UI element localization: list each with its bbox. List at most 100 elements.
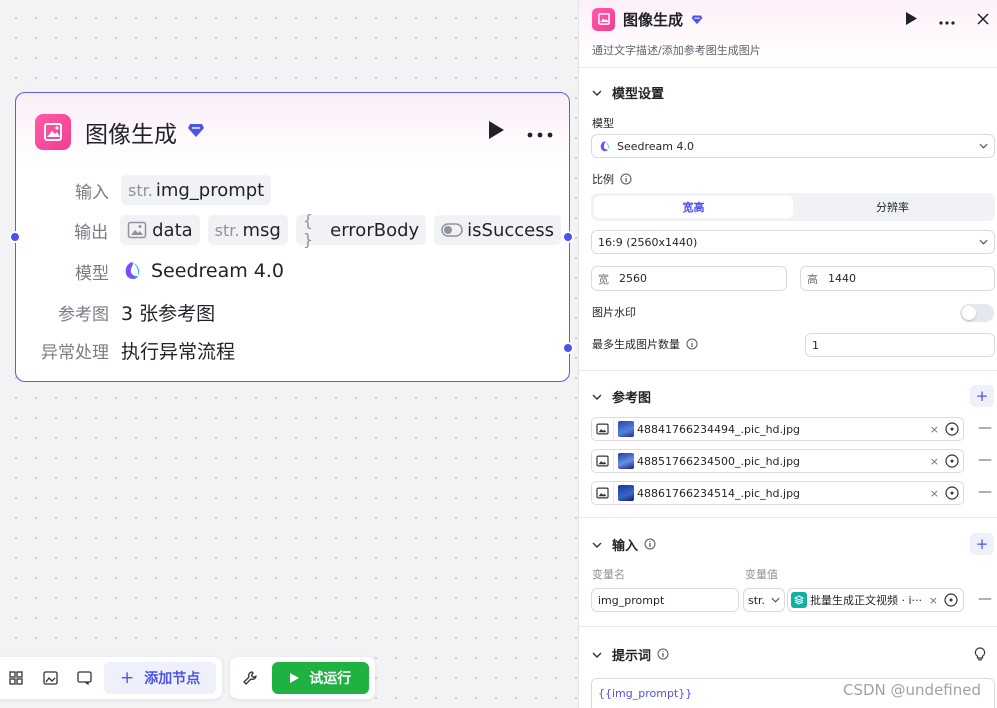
output-pill-data: data <box>120 215 200 245</box>
model-value: Seedream 4.0 <box>121 260 284 282</box>
premium-gem-icon <box>691 14 703 25</box>
image-type-icon <box>592 482 614 504</box>
ratio-label-wrap: 比例 <box>579 171 632 187</box>
remove-input-button[interactable]: — <box>978 591 992 607</box>
chevron-down-icon <box>592 537 602 552</box>
info-icon[interactable] <box>620 173 632 185</box>
premium-gem-icon <box>187 122 205 142</box>
add-input-button[interactable]: + <box>970 533 994 555</box>
csdn-watermark: CSDN @undefined <box>843 681 982 699</box>
model-settings-section-header[interactable]: 模型设置 <box>579 77 997 107</box>
segment-width-height[interactable]: 宽高 <box>594 196 793 218</box>
run-node-icon[interactable] <box>906 10 917 29</box>
prompt-section-header[interactable]: 提示词 <box>579 639 997 669</box>
grid-layout-icon[interactable] <box>2 664 30 692</box>
chevron-down-icon <box>592 85 602 100</box>
variable-ref-icon[interactable] <box>945 486 959 500</box>
ref-value: 3 张参考图 <box>121 302 216 325</box>
var-name-input[interactable]: img_prompt <box>591 588 739 612</box>
seedream-logo-icon <box>598 140 611 153</box>
chevron-down-icon <box>979 239 988 245</box>
ref-images-section-header[interactable]: 参考图 + <box>579 381 997 411</box>
clear-icon[interactable]: × <box>930 455 939 468</box>
input-pill-img-prompt: str. img_prompt <box>121 175 272 205</box>
ratio-field-label: 比例 <box>592 173 614 186</box>
test-run-button[interactable]: 试运行 <box>272 662 370 694</box>
watermark-toggle[interactable] <box>960 304 994 322</box>
info-icon[interactable] <box>644 538 656 550</box>
wrench-icon[interactable] <box>236 664 264 692</box>
error-port[interactable] <box>562 342 574 354</box>
output-pill-msg: str. msg <box>207 215 288 245</box>
image-icon <box>127 221 147 239</box>
close-icon[interactable] <box>977 10 989 29</box>
seedream-logo-icon <box>121 260 143 282</box>
var-name-column-label: 变量名 <box>592 568 625 581</box>
watermark-field-label: 图片水印 <box>592 306 636 319</box>
ref-image-row-3[interactable]: 48861766234514_.pic_hd.jpg × <box>591 481 964 505</box>
image-gen-node[interactable]: 图像生成 输入 str. img_prompt 输出 data str. msg {… <box>9 92 574 382</box>
panel-title: 图像生成 <box>623 10 684 29</box>
minimap-icon[interactable] <box>36 664 64 692</box>
play-icon <box>290 673 300 683</box>
max-count-label-wrap: 最多生成图片数量 <box>579 336 698 352</box>
output-pill-errorbody: { } errorBody <box>295 211 427 249</box>
clear-icon[interactable]: × <box>929 594 938 607</box>
variable-ref-icon[interactable] <box>945 422 959 436</box>
model-label: 模型 <box>75 263 109 284</box>
chevron-down-icon <box>979 143 988 149</box>
output-label: 输出 <box>74 222 109 243</box>
image-type-icon <box>592 418 614 440</box>
height-input[interactable]: 高 1440 <box>800 266 995 291</box>
model-field-label: 模型 <box>592 117 614 130</box>
chevron-down-icon <box>771 597 780 603</box>
ref-thumbnail <box>618 453 634 469</box>
segment-resolution[interactable]: 分辨率 <box>793 196 992 218</box>
error-handling-value: 执行异常流程 <box>121 340 236 363</box>
more-menu-icon[interactable] <box>939 10 955 29</box>
var-value-column-label: 变量值 <box>745 568 778 581</box>
max-count-input[interactable]: 1 <box>805 333 995 357</box>
clear-icon[interactable]: × <box>930 423 939 436</box>
remove-ref-image-2-button[interactable]: — <box>978 452 992 468</box>
add-node-button[interactable]: + 添加节点 <box>104 662 217 694</box>
comment-icon[interactable] <box>70 664 98 692</box>
image-type-icon <box>592 450 614 472</box>
ref-thumbnail <box>618 421 634 437</box>
input-label: 输入 <box>75 182 109 203</box>
more-menu-icon[interactable] <box>527 123 553 142</box>
add-ref-image-button[interactable]: + <box>970 385 994 407</box>
lightbulb-icon[interactable] <box>974 647 986 661</box>
var-value-ref[interactable]: 批量生成正文视频 · i··· × <box>787 588 964 612</box>
ref-label: 参考图 <box>58 304 109 325</box>
output-pill-issuccess: isSuccess <box>434 215 561 245</box>
input-section-header[interactable]: 输入 + <box>579 529 997 559</box>
model-select[interactable]: Seedream 4.0 <box>591 134 995 158</box>
ref-image-row-1[interactable]: 48841766234494_.pic_hd.jpg × <box>591 417 964 441</box>
bottom-toolbar: + 添加节点 试运行 <box>0 657 376 699</box>
max-count-field-label: 最多生成图片数量 <box>592 338 680 351</box>
width-input[interactable]: 宽 2560 <box>591 266 787 291</box>
panel-subtitle: 通过文字描述/添加参考图生成图片 <box>592 44 761 57</box>
remove-ref-image-3-button[interactable]: — <box>978 484 992 500</box>
ref-thumbnail <box>618 485 634 501</box>
var-type-select[interactable]: str. <box>743 588 785 612</box>
run-node-icon[interactable] <box>487 120 505 144</box>
info-icon[interactable] <box>686 338 698 350</box>
info-icon[interactable] <box>657 648 669 660</box>
image-gen-icon <box>35 114 71 150</box>
ratio-mode-segmented: 宽高 分辨率 <box>591 193 995 221</box>
variable-ref-icon[interactable] <box>944 593 958 607</box>
error-handling-label: 异常处理 <box>41 342 109 363</box>
clear-icon[interactable]: × <box>930 487 939 500</box>
remove-ref-image-1-button[interactable]: — <box>978 420 992 436</box>
plus-icon: + <box>120 668 135 688</box>
chevron-down-icon <box>592 647 602 662</box>
ratio-select[interactable]: 16:9 (2560x1440) <box>591 230 995 254</box>
ref-image-row-2[interactable]: 48851766234500_.pic_hd.jpg × <box>591 449 964 473</box>
layers-icon <box>791 592 807 608</box>
chevron-down-icon <box>592 389 602 404</box>
variable-ref-icon[interactable] <box>945 454 959 468</box>
panel-image-gen-icon <box>592 7 615 31</box>
node-title: 图像生成 <box>85 122 177 148</box>
